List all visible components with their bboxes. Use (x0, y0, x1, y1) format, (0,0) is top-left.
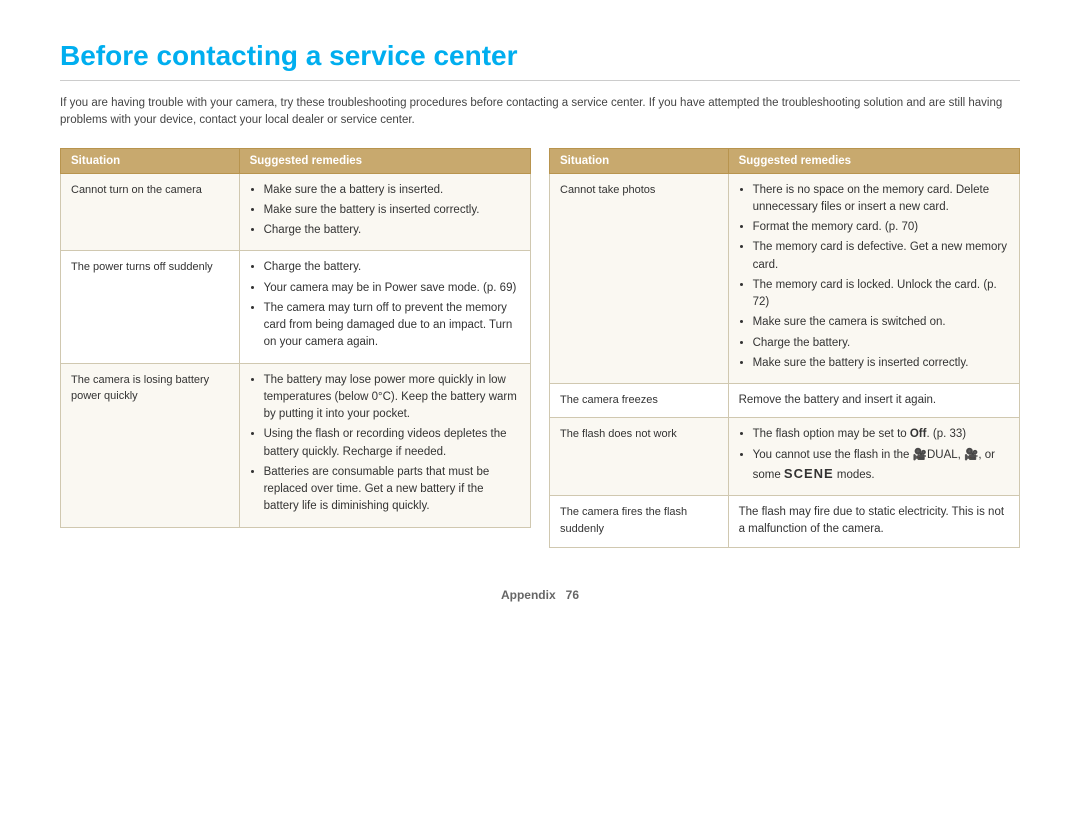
remedies-cell: Make sure the a battery is inserted.Make… (239, 173, 530, 251)
remedies-cell: The flash option may be set to Off. (p. … (728, 418, 1019, 496)
situation-cell: The flash does not work (550, 418, 729, 496)
table-row: The camera freezesRemove the battery and… (550, 384, 1020, 418)
table-row: The power turns off suddenlyCharge the b… (61, 251, 531, 363)
table-row: Cannot turn on the cameraMake sure the a… (61, 173, 531, 251)
situation-cell: Cannot take photos (550, 173, 729, 384)
situation-cell: The camera freezes (550, 384, 729, 418)
remedies-cell: Remove the battery and insert it again. (728, 384, 1019, 418)
footer: Appendix 76 (60, 588, 1020, 602)
footer-page-number: 76 (566, 588, 579, 602)
right-table-container: Situation Suggested remedies Cannot take… (549, 148, 1020, 548)
right-table: Situation Suggested remedies Cannot take… (549, 148, 1020, 548)
right-col-situation: Situation (550, 148, 729, 173)
remedies-cell: Charge the battery.Your camera may be in… (239, 251, 530, 363)
left-table: Situation Suggested remedies Cannot turn… (60, 148, 531, 528)
remedies-cell: The battery may lose power more quickly … (239, 363, 530, 527)
situation-cell: Cannot turn on the camera (61, 173, 240, 251)
left-table-container: Situation Suggested remedies Cannot turn… (60, 148, 531, 528)
right-col-remedies: Suggested remedies (728, 148, 1019, 173)
left-col-remedies: Suggested remedies (239, 148, 530, 173)
table-row: Cannot take photosThere is no space on t… (550, 173, 1020, 384)
left-col-situation: Situation (61, 148, 240, 173)
intro-text: If you are having trouble with your came… (60, 95, 1020, 130)
tables-wrapper: Situation Suggested remedies Cannot turn… (60, 148, 1020, 548)
page-title: Before contacting a service center (60, 40, 1020, 81)
table-row: The camera is losing battery power quick… (61, 363, 531, 527)
situation-cell: The camera is losing battery power quick… (61, 363, 240, 527)
situation-cell: The power turns off suddenly (61, 251, 240, 363)
situation-cell: The camera fires the flash suddenly (550, 496, 729, 548)
table-row: The flash does not workThe flash option … (550, 418, 1020, 496)
remedies-cell: The flash may fire due to static electri… (728, 496, 1019, 548)
table-row: The camera fires the flash suddenlyThe f… (550, 496, 1020, 548)
remedies-cell: There is no space on the memory card. De… (728, 173, 1019, 384)
footer-label: Appendix (501, 588, 556, 602)
